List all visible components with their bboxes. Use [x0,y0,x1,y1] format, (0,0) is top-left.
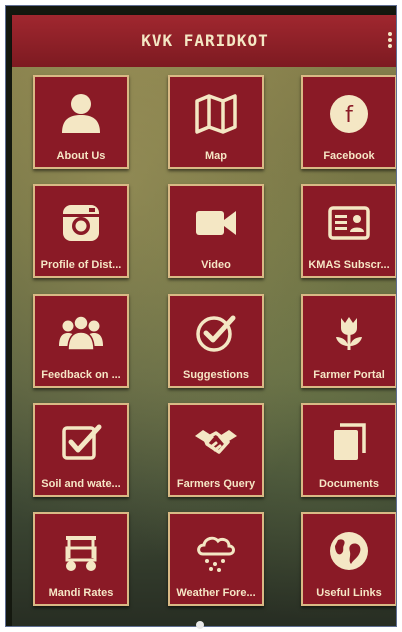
id-card-icon [328,206,370,240]
checkbox-icon [62,424,102,460]
tile-label: Useful Links [316,587,382,599]
tile-label: Documents [319,478,379,490]
tile-soil-and-water[interactable]: Soil and wate... [33,403,129,497]
tile-label: About Us [56,150,106,162]
app-bar: KVK FARIDKOT [12,15,396,67]
tile-label: Profile of Dist... [40,259,122,271]
tile-feedback[interactable]: Feedback on ... [33,294,129,388]
weather-snow-cloud-icon [197,536,235,572]
tile-useful-links[interactable]: Useful Links [301,512,396,606]
video-camera-icon [196,211,236,235]
tile-label: Facebook [323,150,375,162]
tile-label: Mandi Rates [48,587,114,599]
tile-label: Suggestions [182,369,249,381]
person-icon [62,94,100,133]
tile-farmer-portal[interactable]: Farmer Portal [301,294,396,388]
tile-label: Video [201,259,231,271]
tile-label: Farmers Query [176,478,256,490]
people-group-icon [59,315,103,351]
app-title: KVK FARIDKOT [141,31,269,50]
documents-icon [334,423,366,460]
tile-map[interactable]: Map [168,75,264,169]
page-indicator-dot[interactable] [196,621,204,629]
check-circle-icon [196,315,236,352]
overflow-menu-icon[interactable] [386,32,394,52]
globe-icon [330,532,368,570]
tulip-icon [336,317,362,350]
tile-label: Weather Fore... [176,587,256,599]
tile-profile-of-district[interactable]: Profile of Dist... [33,184,129,278]
tile-grid: About Us Map f Facebook Profile of Dist.… [12,67,396,626]
tile-label: Soil and wate... [41,478,121,490]
tile-weather-forecast[interactable]: Weather Fore... [168,512,264,606]
tile-label: KMAS Subscr... [308,259,390,271]
instagram-camera-icon [63,205,99,241]
facebook-icon: f [330,95,368,133]
tile-video[interactable]: Video [168,184,264,278]
tile-label: Farmer Portal [313,369,385,381]
svg-text:f: f [345,103,354,128]
tile-facebook[interactable]: f Facebook [301,75,396,169]
app-frame: KVK FARIDKOT About Us Map f Facebook Pro… [5,5,397,627]
tile-kmas-subscription[interactable]: KMAS Subscr... [301,184,396,278]
tile-label: Feedback on ... [41,369,121,381]
tile-label: Map [205,150,227,162]
cart-icon [65,536,97,571]
map-icon [195,94,237,134]
tile-suggestions[interactable]: Suggestions [168,294,264,388]
tile-mandi-rates[interactable]: Mandi Rates [33,512,129,606]
tile-documents[interactable]: Documents [301,403,396,497]
tile-farmers-query[interactable]: Farmers Query [168,403,264,497]
tile-about-us[interactable]: About Us [33,75,129,169]
handshake-icon [195,430,237,454]
